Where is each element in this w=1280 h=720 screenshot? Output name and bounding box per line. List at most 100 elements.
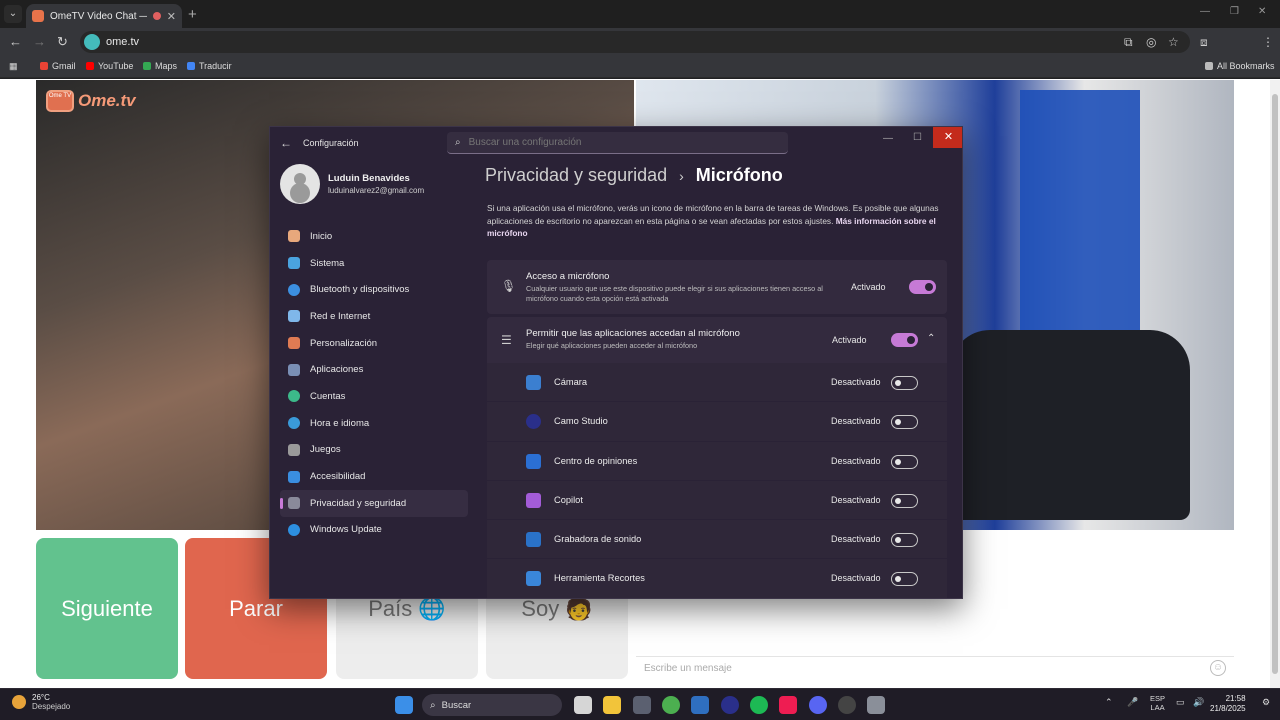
tiktok-icon[interactable] (779, 696, 797, 714)
new-tab-button[interactable]: + (188, 6, 197, 23)
spotify-icon[interactable] (750, 696, 768, 714)
settings-maximize-button[interactable]: ☐ (913, 132, 922, 143)
mic-access-toggle[interactable] (909, 280, 936, 294)
app-toggle-camo-studio[interactable] (891, 415, 918, 430)
chrome-icon[interactable] (662, 696, 680, 714)
translate-icon (187, 62, 195, 70)
back-icon[interactable]: ← (9, 34, 22, 49)
taskbar-search[interactable]: ⌕ Buscar (422, 694, 562, 716)
nav-item-accesibilidad[interactable]: Accesibilidad (280, 463, 468, 490)
chevron-up-icon[interactable]: ⌃ (927, 333, 935, 344)
weather-widget[interactable]: 26°C Despejado (12, 693, 70, 711)
list-item: Centro de opiniones Desactivado (487, 441, 947, 481)
app-state: Desactivado (831, 455, 881, 466)
bookmark-star-icon[interactable]: ☆ (1168, 35, 1179, 49)
app-toggle-recortes[interactable] (891, 572, 918, 587)
app-toggle-centro-opiniones[interactable] (891, 454, 918, 469)
list-item: Herramienta Recortes Desactivado (487, 559, 947, 598)
forward-icon[interactable]: → (33, 34, 46, 49)
clock-time: 21:58 (1225, 694, 1246, 703)
camo-icon[interactable] (721, 696, 739, 714)
nav-item-sistema[interactable]: Sistema (280, 250, 468, 277)
nav-item-cuentas[interactable]: Cuentas (280, 383, 468, 410)
network-icon[interactable]: ▭ (1176, 697, 1185, 708)
settings-close-button[interactable]: ✕ (933, 127, 962, 148)
brush-icon (288, 337, 300, 350)
ometv-favicon-icon (32, 10, 44, 22)
allow-apps-card[interactable]: ☰ Permitir que las aplicaciones accedan … (487, 317, 947, 367)
file-explorer-icon[interactable] (603, 696, 621, 714)
settings-minimize-button[interactable]: — (883, 133, 893, 144)
page-scrollbar[interactable] (1270, 80, 1280, 688)
app-toggle-camara[interactable] (891, 376, 918, 390)
camera-app-icon (526, 375, 541, 390)
emoji-icon[interactable]: ☺ (1210, 660, 1226, 676)
bookmark-maps[interactable]: Maps (143, 61, 177, 71)
app-name: Cámara (554, 377, 588, 387)
discord-icon[interactable] (809, 696, 827, 714)
browser-tab[interactable]: OmeTV Video Chat — Om ✕ (26, 4, 182, 28)
omnibox[interactable]: ome.tv (80, 31, 1190, 53)
allow-apps-toggle[interactable] (891, 333, 918, 347)
user-profile[interactable]: Luduin Benavides luduinalvarez2@gmail.co… (280, 164, 424, 204)
window-minimize-button[interactable]: — (1200, 6, 1210, 17)
volume-icon[interactable]: 🔊 (1193, 697, 1204, 708)
user-email: luduinalvarez2@gmail.com (328, 186, 425, 195)
nav-item-windows-update[interactable]: Windows Update (280, 517, 468, 544)
app-state: Desactivado (831, 494, 881, 505)
nav-item-privacidad[interactable]: Privacidad y seguridad (280, 489, 468, 517)
recording-indicator-icon (152, 12, 161, 20)
window-restore-button[interactable]: ❐ (1230, 6, 1239, 17)
settings-search-input[interactable] (468, 137, 769, 148)
nav-item-juegos[interactable]: Juegos (280, 437, 468, 464)
bookmark-gmail[interactable]: Gmail (40, 61, 76, 71)
tab-search-button[interactable]: ⌄ (4, 5, 22, 23)
settings-titlebar: ← Configuración ⌕ — ☐ ✕ (270, 127, 962, 159)
tracking-protection-icon[interactable]: ◎ (1146, 35, 1156, 49)
windows-taskbar: 26°C Despejado ⌕ Buscar ⌃ 🎤 ESP LAA ▭ 🔊 2… (0, 688, 1280, 720)
breadcrumb-parent[interactable]: Privacidad y seguridad (485, 165, 667, 186)
task-view-icon[interactable] (574, 696, 592, 714)
all-bookmarks[interactable]: All Bookmarks (1205, 61, 1275, 71)
back-arrow-icon[interactable]: ← (280, 136, 292, 150)
clock[interactable]: 21:58 21/8/2025 (1210, 694, 1246, 714)
site-info-icon[interactable] (84, 34, 100, 50)
taskbar-search-label: Buscar (441, 699, 472, 711)
install-app-icon[interactable]: ⧉ (1124, 35, 1133, 50)
window-close-button[interactable]: ✕ (1258, 6, 1266, 17)
nav-item-aplicaciones[interactable]: Aplicaciones (280, 356, 468, 383)
photos-icon[interactable] (691, 696, 709, 714)
windows-start-icon[interactable] (395, 696, 413, 714)
settings-gear-icon[interactable] (867, 696, 885, 714)
nav-item-inicio[interactable]: Inicio (280, 223, 468, 250)
app-state: Desactivado (831, 534, 881, 545)
tray-chevron-icon[interactable]: ⌃ (1105, 697, 1113, 708)
settings-search[interactable]: ⌕ (447, 132, 788, 154)
nav-item-bluetooth[interactable]: Bluetooth y dispositivos (280, 276, 468, 303)
apps-grid-icon[interactable]: ▦ (9, 61, 18, 72)
app-toggle-grabadora[interactable] (891, 533, 918, 548)
notifications-icon[interactable]: ⚙ (1262, 697, 1270, 708)
tray-mic-icon[interactable]: 🎤 (1127, 697, 1138, 708)
nav-item-red[interactable]: Red e Internet (280, 303, 468, 330)
chrome-menu-icon[interactable]: ⋮ (1262, 35, 1274, 49)
weather-condition: Despejado (32, 702, 71, 711)
extensions-icon[interactable]: ⧈ (1200, 35, 1208, 50)
clock-date: 21/8/2025 (1210, 704, 1246, 713)
next-button[interactable]: Siguiente (36, 538, 178, 679)
language-indicator[interactable]: ESP LAA (1150, 694, 1165, 712)
store-icon[interactable] (633, 696, 651, 714)
breadcrumb: Privacidad y seguridad › Micrófono (485, 165, 783, 186)
app-toggle-copilot[interactable] (891, 493, 918, 508)
capcut-icon[interactable] (838, 696, 856, 714)
apps-icon (288, 363, 300, 376)
nav-item-personalizacion[interactable]: Personalización (280, 330, 468, 357)
bookmark-youtube[interactable]: YouTube (86, 61, 133, 71)
scrollbar-thumb[interactable] (1272, 94, 1278, 674)
reload-icon[interactable]: ↻ (57, 34, 68, 50)
message-input[interactable]: Escribe un mensaje (636, 656, 1234, 680)
bookmark-translate[interactable]: Traducir (187, 61, 232, 71)
tab-close-icon[interactable]: ✕ (167, 10, 176, 23)
mic-access-subtitle: Cualquier usuario que use este dispositi… (526, 284, 823, 303)
nav-item-hora[interactable]: Hora e idioma (280, 410, 468, 437)
